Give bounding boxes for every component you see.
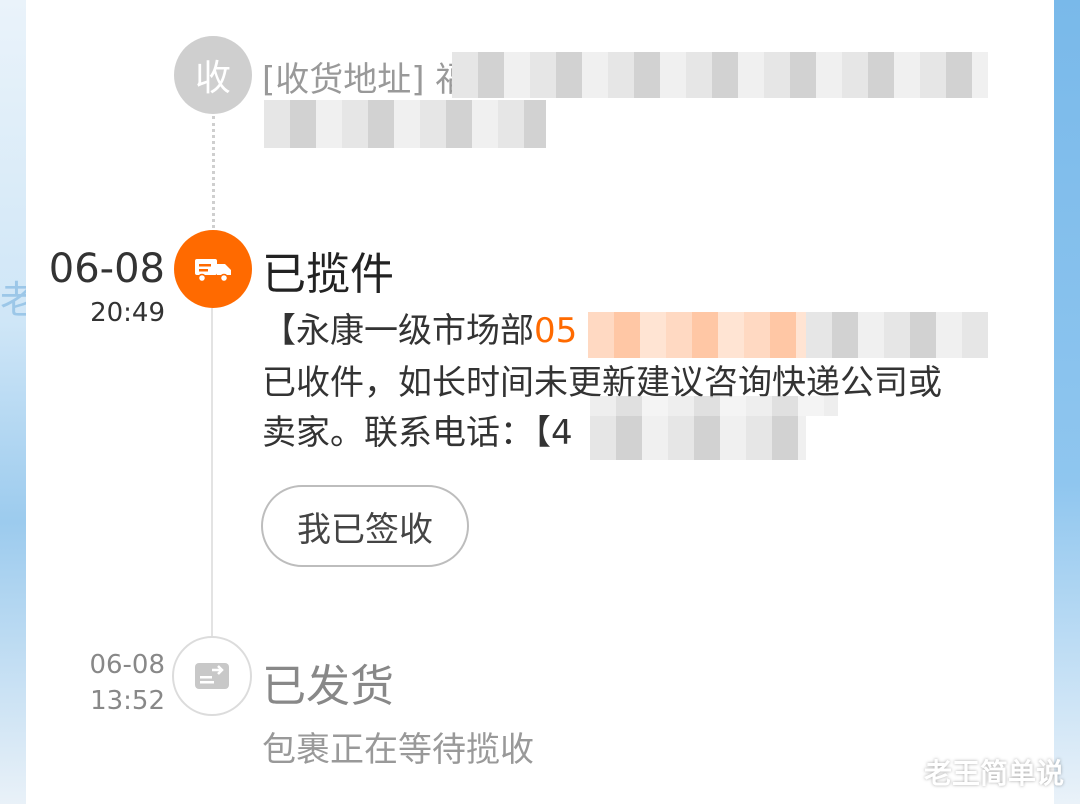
background-edge — [1054, 0, 1080, 804]
description-highlight: 05 — [534, 311, 578, 351]
code-redacted-blur-2 — [806, 312, 988, 358]
shipped-date: 06-08 — [89, 650, 165, 680]
shipped-box-icon — [172, 636, 252, 716]
shipped-status-title: 已发货 — [262, 661, 394, 712]
timeline-dotted-connector — [212, 116, 215, 228]
watermark-text: 老王简单说 — [923, 757, 1064, 790]
event-time: 20:49 — [90, 298, 165, 328]
event-date: 06-08 — [48, 246, 165, 292]
address-node-label: 收 — [194, 58, 231, 99]
confirm-receipt-button[interactable]: 我已签收 — [261, 485, 469, 567]
background-decoration: 老 — [0, 278, 26, 322]
code-redacted-blur — [588, 312, 808, 358]
shipping-address-text: [收货地址] 福 — [262, 60, 470, 100]
timeline-connector — [211, 308, 213, 636]
description-prefix: 【永康一级市场部 — [262, 311, 534, 351]
address-redacted-blur — [452, 52, 988, 98]
address-redacted-blur-line2 — [264, 100, 546, 148]
phone-redacted-blur-top — [590, 396, 838, 416]
event-status-title: 已揽件 — [262, 249, 394, 300]
shipped-time: 13:52 — [90, 686, 165, 716]
address-node-icon: 收 — [174, 36, 252, 114]
phone-redacted-blur — [590, 416, 806, 460]
truck-icon — [174, 230, 252, 308]
shipped-description: 包裹正在等待揽收 — [262, 730, 534, 770]
